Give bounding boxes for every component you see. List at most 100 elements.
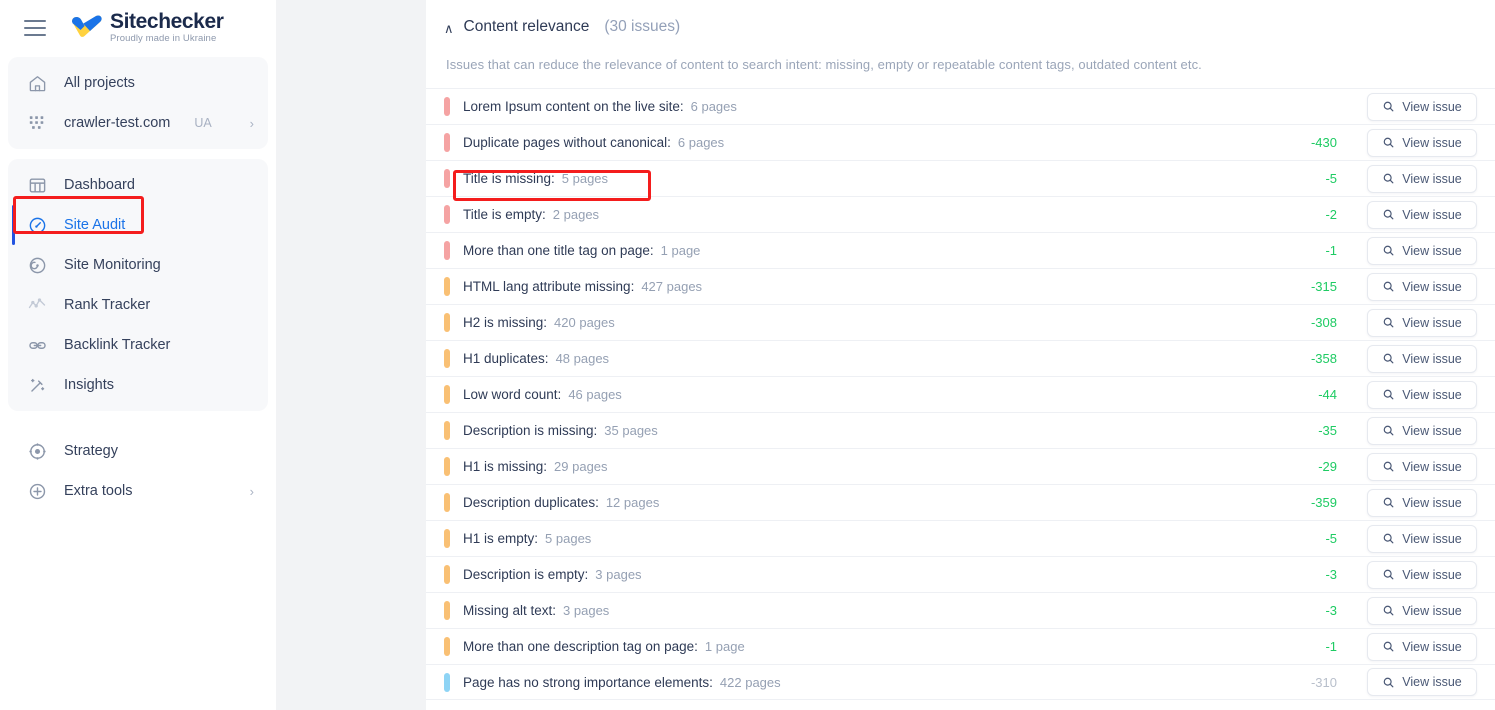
- issue-row[interactable]: Description duplicates: 12 pages -359 View …: [426, 484, 1495, 520]
- sidebar-item-all-projects[interactable]: All projects: [8, 63, 268, 103]
- issue-row[interactable]: Low word count: 46 pages -44 View issue: [426, 376, 1495, 412]
- view-issue-button[interactable]: View issue: [1367, 488, 1477, 517]
- issue-row[interactable]: Missing alt text: 3 pages -3 View issue: [426, 592, 1495, 628]
- issue-row[interactable]: Page has no strong importance elements: 4…: [426, 664, 1495, 700]
- panel-description: Issues that can reduce the relevance of …: [446, 57, 1202, 72]
- issue-row[interactable]: H2 is missing: 420 pages -308 View issue: [426, 304, 1495, 340]
- view-issue-button[interactable]: View issue: [1367, 452, 1477, 481]
- view-issue-button[interactable]: View issue: [1367, 164, 1477, 193]
- issue-page-count: 1 page: [704, 639, 745, 654]
- issue-label: Low word count:: [463, 387, 562, 402]
- view-issue-button[interactable]: View issue: [1367, 236, 1477, 265]
- issue-label: Title is empty:: [463, 207, 546, 222]
- sidebar-item-dashboard[interactable]: Dashboard: [8, 165, 268, 205]
- view-issue-label: View issue: [1402, 639, 1462, 654]
- issue-row[interactable]: More than one description tag on page: 1 …: [426, 628, 1495, 664]
- issue-row[interactable]: More than one title tag on page: 1 page -1…: [426, 232, 1495, 268]
- issue-row[interactable]: Title is missing: 5 pages -5 View issue: [426, 160, 1495, 196]
- issue-page-count: 3 pages: [563, 603, 610, 618]
- issue-score-delta: -2: [1325, 207, 1337, 222]
- issue-row[interactable]: Lorem Ipsum content on the live site: 6 p…: [426, 88, 1495, 124]
- magic-wand-icon: [26, 374, 48, 396]
- layout-gap-column: [276, 0, 426, 710]
- issue-page-count: 35 pages: [604, 423, 658, 438]
- panel-title: Content relevance: [463, 18, 590, 35]
- main-content: ∧ Content relevance (30 issues) Issues t…: [426, 0, 1495, 710]
- sidebar-item-crawler-test-com[interactable]: crawler-test.com UA ›: [8, 103, 268, 143]
- view-issue-button[interactable]: View issue: [1367, 668, 1477, 696]
- magnifier-icon: [1382, 424, 1395, 437]
- sidebar-item-strategy[interactable]: Strategy: [8, 431, 268, 471]
- magnifier-icon: [1382, 136, 1395, 149]
- sidebar-item-label: Insights: [64, 377, 114, 393]
- brand-tagline: Proudly made in Ukraine: [110, 33, 217, 45]
- view-issue-button[interactable]: View issue: [1367, 416, 1477, 445]
- issue-row[interactable]: Description is empty: 3 pages -3 View issue: [426, 556, 1495, 592]
- issue-label: More than one description tag on page:: [463, 639, 698, 654]
- magnifier-icon: [1382, 460, 1395, 473]
- sidebar-item-site-monitoring[interactable]: Site Monitoring: [8, 245, 268, 285]
- issue-label: Description is empty:: [463, 567, 589, 582]
- issue-row[interactable]: Title is empty: 2 pages -2 View issue: [426, 196, 1495, 232]
- sidebar: Sitechecker Proudly made in Ukraine All …: [0, 0, 276, 710]
- brand-logo[interactable]: Sitechecker Proudly made in Ukraine: [70, 11, 224, 44]
- issue-label: Description duplicates:: [463, 495, 599, 510]
- severity-marker-warning: [444, 565, 450, 584]
- issue-row[interactable]: Description is missing: 35 pages -35 View i…: [426, 412, 1495, 448]
- view-issue-button[interactable]: View issue: [1367, 200, 1477, 229]
- issue-page-count: 46 pages: [568, 387, 622, 402]
- issue-label: More than one title tag on page:: [463, 243, 654, 258]
- view-issue-button[interactable]: View issue: [1367, 560, 1477, 589]
- severity-marker-warning: [444, 277, 450, 296]
- sidebar-item-label: Site Monitoring: [64, 257, 161, 273]
- issue-score-delta: -1: [1325, 243, 1337, 258]
- magnifier-icon: [1382, 316, 1395, 329]
- issue-row[interactable]: Duplicate pages without canonical: 6 page…: [426, 124, 1495, 160]
- issue-page-count: 1 page: [660, 243, 701, 258]
- severity-marker-warning: [444, 529, 450, 548]
- severity-marker-warning: [444, 385, 450, 404]
- project-locale-badge: UA: [194, 116, 212, 130]
- hamburger-icon[interactable]: [24, 19, 46, 36]
- severity-marker-critical: [444, 205, 450, 224]
- sidebar-item-label: crawler-test.com: [64, 115, 171, 131]
- issue-label: H1 is empty:: [463, 531, 539, 546]
- sidebar-item-extra-tools[interactable]: Extra tools ›: [8, 471, 268, 511]
- view-issue-button[interactable]: View issue: [1367, 344, 1477, 373]
- sidebar-item-site-audit[interactable]: Site Audit: [8, 205, 268, 245]
- issue-score-delta: -1: [1325, 639, 1337, 654]
- magnifier-icon: [1382, 676, 1395, 689]
- chevron-right-icon[interactable]: ›: [250, 485, 254, 498]
- issue-page-count: 427 pages: [641, 279, 703, 294]
- active-indicator-bar: [12, 205, 15, 245]
- chevron-right-icon[interactable]: ›: [250, 117, 254, 130]
- magnifier-icon: [1382, 568, 1395, 581]
- view-issue-button[interactable]: View issue: [1367, 380, 1477, 409]
- sidebar-item-rank-tracker[interactable]: Rank Tracker: [8, 285, 268, 325]
- brand-name: Sitechecker: [110, 10, 224, 34]
- sidebar-item-backlink-tracker[interactable]: Backlink Tracker: [8, 325, 268, 365]
- issue-label: Missing alt text:: [463, 603, 557, 618]
- issue-row[interactable]: H1 is empty: 5 pages -5 View issue: [426, 520, 1495, 556]
- issue-page-count: 6 pages: [690, 99, 737, 114]
- issue-row[interactable]: H1 is missing: 29 pages -29 View issue: [426, 448, 1495, 484]
- panel-collapse-toggle[interactable]: ∧ Content relevance (30 issues): [444, 18, 1475, 36]
- view-issue-button[interactable]: View issue: [1367, 308, 1477, 337]
- sidebar-item-insights[interactable]: Insights: [8, 365, 268, 405]
- view-issue-button[interactable]: View issue: [1367, 596, 1477, 625]
- severity-marker-warning: [444, 313, 450, 332]
- view-issue-button[interactable]: View issue: [1367, 128, 1477, 157]
- issue-page-count: 3 pages: [595, 567, 642, 582]
- dashboard-columns-icon: [26, 174, 48, 196]
- view-issue-button[interactable]: View issue: [1367, 92, 1477, 121]
- view-issue-button[interactable]: View issue: [1367, 524, 1477, 553]
- issue-row[interactable]: H1 duplicates: 48 pages -358 View issue: [426, 340, 1495, 376]
- app-root: Sitechecker Proudly made in Ukraine All …: [0, 0, 1495, 710]
- issue-score-delta: -308: [1310, 315, 1337, 330]
- issue-score-delta: -315: [1310, 279, 1337, 294]
- view-issue-button[interactable]: View issue: [1367, 632, 1477, 661]
- view-issue-button[interactable]: View issue: [1367, 272, 1477, 301]
- issue-row[interactable]: HTML lang attribute missing: 427 pages -31…: [426, 268, 1495, 304]
- issue-label: Duplicate pages without canonical:: [463, 135, 671, 150]
- issue-page-count: 420 pages: [554, 315, 615, 330]
